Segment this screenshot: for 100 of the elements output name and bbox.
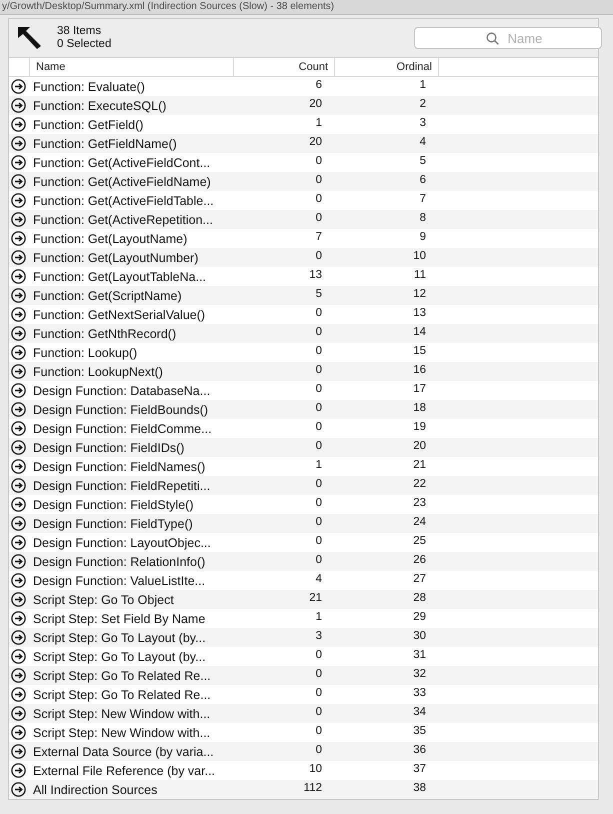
ordinal-cell-text: 19 (412, 420, 427, 435)
arrow-circle-icon[interactable] (11, 364, 26, 379)
ordinal-cell-text: 24 (412, 515, 427, 530)
arrow-circle-icon[interactable] (11, 212, 26, 227)
arrow-icon[interactable] (17, 26, 43, 50)
ordinal-cell-text: 25 (412, 534, 427, 549)
ordinal-cell-text: 30 (412, 629, 427, 644)
count-cell-text: 3 (314, 629, 323, 644)
search-field[interactable]: Name (414, 27, 602, 49)
arrow-circle-icon[interactable] (11, 706, 26, 721)
count-cell-text: 0 (314, 420, 323, 435)
arrow-circle-icon[interactable] (11, 117, 26, 132)
name-cell-text: Design Function: ValueListIte... (32, 574, 206, 588)
name-cell-text: Function: Get(ActiveFieldCont... (32, 156, 212, 170)
arrow-circle-icon[interactable] (11, 440, 26, 455)
ordinal-cell-text: 33 (412, 686, 427, 701)
arrow-circle-icon[interactable] (11, 155, 26, 170)
ordinal-cell-text: 17 (412, 382, 427, 397)
arrow-circle-icon[interactable] (11, 573, 26, 588)
count-cell-text: 0 (314, 496, 323, 511)
arrow-circle-icon[interactable] (11, 554, 26, 569)
arrow-circle-icon[interactable] (11, 782, 26, 797)
count-cell-text: 1 (314, 458, 323, 473)
name-cell-text: Script Step: Go To Layout (by... (32, 630, 207, 644)
count-cell-text: 0 (314, 553, 323, 568)
arrow-circle-icon[interactable] (11, 611, 26, 626)
arrow-circle-icon[interactable] (11, 725, 26, 740)
arrow-circle-icon[interactable] (11, 668, 26, 683)
name-cell-text: Function: Get(LayoutNumber) (32, 250, 200, 264)
arrow-circle-icon[interactable] (11, 630, 26, 645)
ordinal-cell-text: 26 (412, 553, 427, 568)
arrow-circle-icon[interactable] (11, 326, 26, 341)
ordinal-cell-text: 16 (412, 363, 427, 378)
arrow-circle-icon[interactable] (11, 649, 26, 664)
count-cell-text: 0 (314, 648, 323, 663)
name-cell-text: Function: Evaluate() (32, 80, 146, 94)
arrow-circle-icon[interactable] (11, 250, 26, 265)
name-cell-text: Function: GetFieldName() (32, 136, 178, 150)
arrow-circle-icon[interactable] (11, 402, 26, 417)
arrow-circle-icon[interactable] (11, 269, 26, 284)
count-cell-text: 1 (314, 610, 323, 625)
name-cell-text: Script Step: New Window with... (32, 706, 212, 720)
arrow-circle-icon[interactable] (11, 744, 26, 759)
arrow-circle-icon[interactable] (11, 516, 26, 531)
arrow-circle-icon[interactable] (11, 687, 26, 702)
name-cell-text: Design Function: DatabaseNa... (32, 384, 212, 398)
name-cell-text: Function: ExecuteSQL() (32, 98, 168, 112)
arrow-circle-icon[interactable] (11, 231, 26, 246)
count-cell-text: 6 (314, 78, 323, 93)
arrow-circle-icon[interactable] (11, 459, 26, 474)
count-cell-text: 13 (308, 268, 323, 283)
arrow-circle-icon[interactable] (11, 535, 26, 550)
arrow-circle-icon[interactable] (11, 174, 26, 189)
name-cell-text: Design Function: FieldComme... (32, 422, 213, 436)
count-cell-text: 0 (314, 724, 323, 739)
arrow-circle-icon[interactable] (11, 421, 26, 436)
arrow-circle-icon[interactable] (11, 193, 26, 208)
count-cell-text: 4 (314, 572, 323, 587)
name-cell-text: Function: Get(ActiveRepetition... (32, 212, 214, 226)
ordinal-cell-text: 5 (418, 154, 427, 169)
name-cell-text: Script Step: Go To Related Re... (32, 688, 212, 702)
count-cell-text: 0 (314, 192, 323, 207)
ordinal-cell-text: 13 (412, 306, 427, 321)
count-cell-text: 0 (314, 211, 323, 226)
arrow-circle-icon[interactable] (11, 98, 26, 113)
name-cell-text: Design Function: LayoutObjec... (32, 536, 212, 550)
name-cell-text: Function: GetNthRecord() (32, 326, 178, 340)
ordinal-cell-text: 22 (412, 477, 427, 492)
arrow-circle-icon[interactable] (11, 763, 26, 778)
name-cell-text: External File Reference (by var... (32, 764, 216, 778)
arrow-circle-icon[interactable] (11, 592, 26, 607)
ordinal-cell-text: 15 (412, 344, 427, 359)
name-cell-text: Script Step: Set Field By Name (32, 612, 206, 626)
count-cell-text: 0 (314, 439, 323, 454)
count-cell-text: 0 (314, 382, 323, 397)
arrow-circle-icon[interactable] (11, 136, 26, 151)
name-cell-text: Function: Get(ScriptName) (32, 288, 183, 302)
count-cell-text: 0 (314, 306, 323, 321)
arrow-circle-icon[interactable] (11, 497, 26, 512)
ordinal-cell-text: 28 (412, 591, 427, 606)
column-header[interactable]: Ordinal (334, 58, 438, 76)
ordinal-cell-text: 10 (412, 249, 427, 264)
arrow-circle-icon[interactable] (11, 383, 26, 398)
count-cell-text: 0 (314, 534, 323, 549)
arrow-circle-icon[interactable] (11, 79, 26, 94)
window-title: y/Growth/Desktop/Summary.xml (Indirection Sources (Slow) - 38 elements) (2, 1, 334, 12)
ordinal-cell-text: 27 (412, 572, 427, 587)
name-cell-text: Design Function: FieldStyle() (32, 498, 194, 512)
name-cell-text: Function: Get(ActiveFieldName) (32, 174, 212, 188)
column-header[interactable]: Count (233, 58, 334, 76)
name-cell-text: Design Function: FieldType() (32, 516, 194, 530)
arrow-circle-icon[interactable] (11, 307, 26, 322)
ordinal-cell-text: 4 (418, 135, 427, 150)
column-header[interactable]: Name (29, 58, 233, 76)
ordinal-cell-text: 38 (412, 781, 427, 796)
arrow-circle-icon[interactable] (11, 478, 26, 493)
arrow-circle-icon[interactable] (11, 345, 26, 360)
arrow-circle-icon[interactable] (11, 288, 26, 303)
ordinal-cell-text: 37 (412, 762, 427, 777)
count-cell-text: 20 (308, 135, 323, 150)
